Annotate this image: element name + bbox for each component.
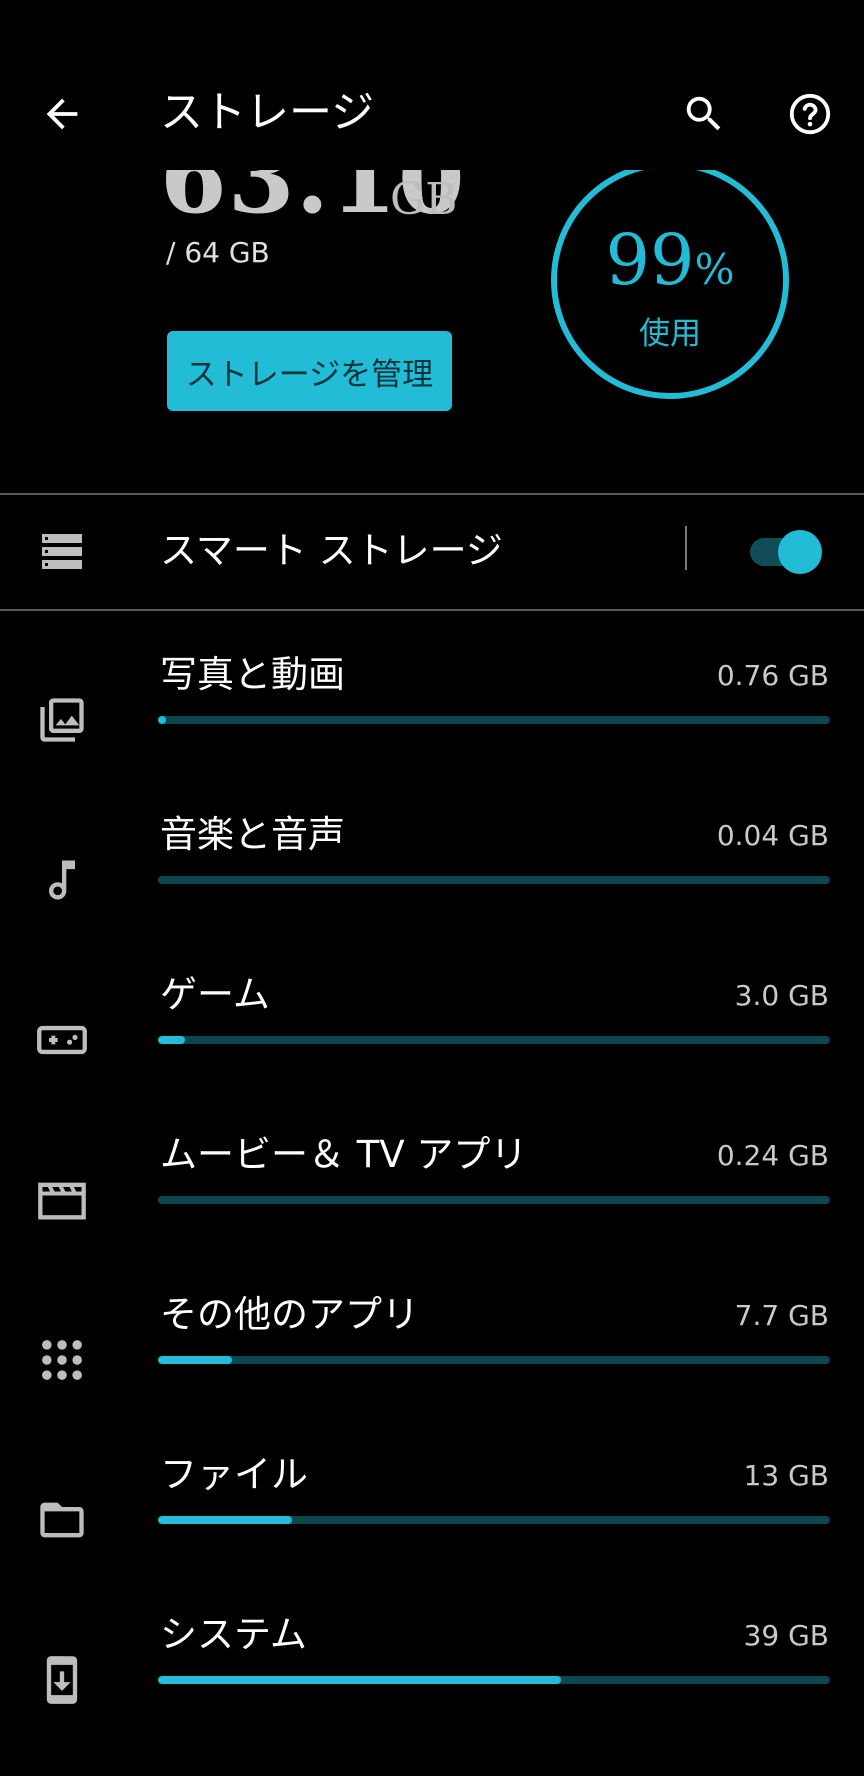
search-icon (686, 96, 721, 131)
used-unit: GB (390, 174, 458, 225)
divider (0, 609, 864, 611)
category-size: 0.04 GB (716, 819, 829, 852)
toggle-thumb (778, 530, 822, 574)
category-size: 13 GB (743, 1459, 829, 1492)
category-usage-bar (158, 1676, 830, 1684)
category-label: 音楽と音声 (160, 813, 345, 856)
divider (0, 493, 864, 495)
search-button[interactable] (672, 82, 736, 146)
category-system[interactable]: システム 39 GB (0, 1596, 864, 1756)
percent-symbol: % (694, 245, 735, 294)
manage-storage-button[interactable]: ストレージを管理 (167, 331, 452, 411)
category-usage-bar (158, 876, 830, 884)
category-label: ファイル (160, 1453, 308, 1496)
app-bar: ストレージ (0, 0, 864, 170)
usage-bar-fill (158, 1356, 232, 1364)
smart-storage-row[interactable]: スマート ストレージ (0, 496, 864, 610)
category-label: その他のアプリ (160, 1293, 419, 1336)
usage-bar-fill (158, 1516, 293, 1524)
percent-label: 使用 (639, 316, 701, 352)
arrow-back-icon (46, 98, 78, 130)
usage-bar-fill (158, 1676, 562, 1684)
category-movies-tv[interactable]: ムービー＆ TV アプリ 0.24 GB (0, 1116, 864, 1276)
page-title: ストレージ (160, 88, 375, 138)
usage-bar-fill (158, 1036, 185, 1044)
category-usage-bar (158, 1516, 830, 1524)
category-size: 0.76 GB (716, 659, 829, 692)
category-files[interactable]: ファイル 13 GB (0, 1436, 864, 1596)
category-label: 写真と動画 (160, 653, 345, 696)
folder-icon (40, 1502, 84, 1538)
usage-percent: 99% 使用 (550, 220, 790, 356)
category-label: ムービー＆ TV アプリ (160, 1133, 528, 1176)
vertical-separator (685, 526, 687, 570)
smart-storage-toggle[interactable] (750, 530, 822, 574)
category-music-audio[interactable]: 音楽と音声 0.04 GB (0, 796, 864, 956)
category-usage-bar (158, 1036, 830, 1044)
category-games[interactable]: ゲーム 3.0 GB (0, 956, 864, 1116)
category-size: 7.7 GB (734, 1299, 829, 1332)
category-other-apps[interactable]: その他のアプリ 7.7 GB (0, 1276, 864, 1436)
photo-library-icon (40, 698, 84, 742)
category-photos-videos[interactable]: 写真と動画 0.76 GB (0, 636, 864, 796)
help-button[interactable] (778, 82, 842, 146)
storage-list-icon (42, 534, 82, 569)
category-size: 3.0 GB (734, 979, 829, 1012)
category-usage-bar (158, 716, 830, 724)
back-button[interactable] (30, 82, 94, 146)
movie-icon (38, 1182, 86, 1220)
category-size: 39 GB (743, 1619, 829, 1652)
category-label: ゲーム (160, 973, 270, 1016)
total-storage: / 64 GB (166, 236, 270, 269)
category-size: 0.24 GB (716, 1139, 829, 1172)
smart-storage-label: スマート ストレージ (160, 529, 503, 572)
system-update-icon (46, 1656, 78, 1704)
category-usage-bar (158, 1356, 830, 1364)
apps-grid-icon (42, 1340, 82, 1380)
category-usage-bar (158, 1196, 830, 1204)
gamepad-icon (37, 1025, 87, 1055)
category-label: システム (160, 1613, 307, 1656)
usage-bar-fill (158, 716, 167, 724)
music-note-icon (49, 860, 75, 900)
help-circle-icon (789, 93, 831, 135)
percent-value: 99 (605, 219, 695, 301)
